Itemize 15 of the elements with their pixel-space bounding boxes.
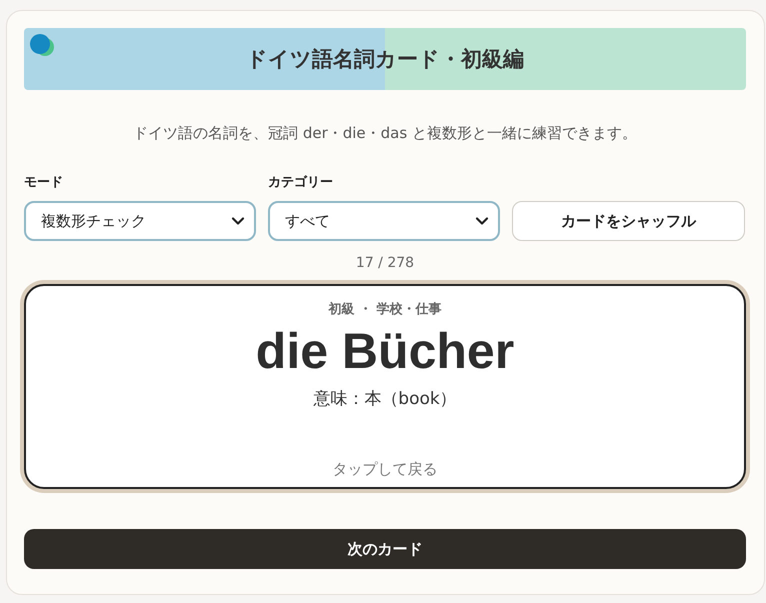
- mode-select[interactable]: 複数形チェック: [24, 201, 256, 241]
- card-meaning: 意味：本（book）: [313, 388, 457, 410]
- shuffle-button[interactable]: カードをシャッフル: [512, 201, 745, 241]
- flash-card[interactable]: 初級 ・ 学校・仕事 die Bücher 意味：本（book） タップして戻る: [24, 284, 746, 489]
- card-tags: 初級 ・ 学校・仕事: [328, 300, 442, 318]
- card-counter: 17 / 278: [356, 255, 414, 271]
- logo-icon: [30, 34, 55, 57]
- card-hint: タップして戻る: [332, 460, 438, 479]
- category-select[interactable]: すべて: [268, 201, 500, 241]
- description-text: ドイツ語の名詞を、冠詞 der・die・das と複数形と一緒に練習できます。: [132, 124, 638, 143]
- next-card-button[interactable]: 次のカード: [24, 529, 746, 569]
- card-word: die Bücher: [256, 324, 514, 379]
- category-label: カテゴリー: [268, 174, 333, 191]
- mode-label: モード: [24, 174, 63, 191]
- header-title: ドイツ語名詞カード・初級編: [246, 46, 524, 73]
